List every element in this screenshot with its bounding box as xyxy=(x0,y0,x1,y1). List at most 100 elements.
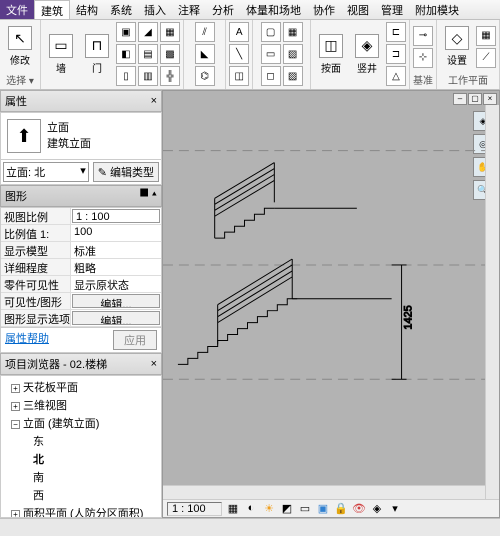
vert-open-button[interactable]: ⊐ xyxy=(386,44,406,64)
pv-scale[interactable]: 1 : 100 xyxy=(72,209,160,223)
area-bound-button[interactable]: ▧ xyxy=(283,44,303,64)
twisty-icon: + xyxy=(11,402,20,411)
modify-label: 修改 xyxy=(10,52,30,67)
pv-gfx[interactable]: 编辑... xyxy=(72,311,160,325)
shaft-button[interactable]: ◈ 竖井 xyxy=(350,34,384,75)
ribbon-group-workplane: ◇ 设置 ▦ ⟋ 工作平面 xyxy=(437,20,500,89)
tree-item[interactable]: 东 xyxy=(3,432,159,450)
tree-item[interactable]: −立面 (建筑立面) xyxy=(3,414,159,432)
menu-tab-collab[interactable]: 协作 xyxy=(307,0,341,19)
tree-item[interactable]: 南 xyxy=(3,468,159,486)
apply-button[interactable]: 应用 xyxy=(113,330,157,350)
browser-close[interactable]: × xyxy=(151,358,157,370)
model-line-button[interactable]: ╲ xyxy=(229,44,249,64)
byface-button[interactable]: ◫ 按面 xyxy=(314,34,348,75)
properties-help-link[interactable]: 属性帮助 xyxy=(5,330,49,350)
browser-title: 项目浏览器 - 02.楼梯 xyxy=(5,356,107,372)
pv-parts[interactable]: 显示原状态 xyxy=(71,276,161,292)
menu-tab-struct[interactable]: 结构 xyxy=(70,0,104,19)
model-group-button[interactable]: ◫ xyxy=(229,66,249,86)
window-button[interactable]: ▣ xyxy=(116,22,136,42)
lock-icon[interactable]: 🔒 xyxy=(334,502,348,516)
railing-button[interactable]: ⫽ xyxy=(195,22,215,42)
menu-file[interactable]: 文件 xyxy=(0,0,34,19)
crop-icon[interactable]: ▭ xyxy=(298,502,312,516)
pv-display[interactable]: 标准 xyxy=(71,242,161,258)
property-grid: 视图比例1 : 100 比例值 1:100 显示模型标准 详细程度粗略 零件可见… xyxy=(0,207,162,328)
mullion-button[interactable]: ▩ xyxy=(160,44,180,64)
instance-row: 立面: 北▾ ✎ 编辑类型 xyxy=(0,160,162,185)
ribbon-group-model: A ╲ ◫ 模型 xyxy=(226,20,253,89)
shaft-icon: ◈ xyxy=(355,34,379,58)
ext-icon[interactable]: ▾ xyxy=(388,502,402,516)
instance-selector[interactable]: 立面: 北▾ xyxy=(3,162,89,182)
shadow-icon[interactable]: ◩ xyxy=(280,502,294,516)
pk-detail: 详细程度 xyxy=(1,259,71,275)
reveal-icon[interactable]: ◈ xyxy=(370,502,384,516)
roof-button[interactable]: ◢ xyxy=(138,22,158,42)
tree-item[interactable]: +天花板平面 xyxy=(3,378,159,396)
modify-button[interactable]: ↖ 修改 xyxy=(3,26,37,67)
tree-item[interactable]: 西 xyxy=(3,486,159,504)
status-bar xyxy=(0,518,500,536)
set-button[interactable]: ◇ 设置 xyxy=(440,26,474,67)
column-button[interactable]: ▯ xyxy=(116,66,136,86)
menu-tab-insert[interactable]: 插入 xyxy=(138,0,172,19)
grid-datum-button[interactable]: ⊹ xyxy=(413,48,433,68)
room-button[interactable]: ▢ xyxy=(261,22,281,42)
wall-button[interactable]: ▭ 墙 xyxy=(44,34,78,75)
twisty-icon: − xyxy=(11,420,20,429)
drawing-canvas[interactable]: – ▢ × ◈ ◎ ✋ 🔍 xyxy=(162,90,500,518)
door-button[interactable]: ⊓ 门 xyxy=(80,34,114,75)
stair-button[interactable]: ⌬ xyxy=(195,66,215,86)
curtain-button[interactable]: ▦ xyxy=(160,22,180,42)
pv-vis[interactable]: 编辑... xyxy=(72,294,160,308)
menu-tab-view[interactable]: 视图 xyxy=(341,0,375,19)
area-tag-button[interactable]: ▨ xyxy=(283,66,303,86)
room-sep-button[interactable]: ▭ xyxy=(261,44,281,64)
area-button[interactable]: ▦ xyxy=(283,22,303,42)
menu-tab-mass[interactable]: 体量和场地 xyxy=(240,0,307,19)
temp-hide-icon[interactable]: 👁 xyxy=(352,502,366,516)
menu-tab-arch[interactable]: 建筑 xyxy=(34,0,70,19)
level-button[interactable]: ⊸ xyxy=(413,26,433,46)
tree-item[interactable]: +三维视图 xyxy=(3,396,159,414)
visual-style-icon[interactable]: ◐ xyxy=(244,502,258,516)
wall-open-button[interactable]: ⊏ xyxy=(386,22,406,42)
twisty-icon: + xyxy=(11,510,20,518)
menu-tab-manage[interactable]: 管理 xyxy=(375,0,409,19)
floor-button[interactable]: ▥ xyxy=(138,66,158,86)
menu-tab-sys[interactable]: 系统 xyxy=(104,0,138,19)
tree-item[interactable]: +面积平面 (人防分区面积) xyxy=(3,504,159,518)
scrollbar-horizontal[interactable] xyxy=(163,485,485,499)
edit-type-button[interactable]: ✎ 编辑类型 xyxy=(93,162,159,182)
category-header[interactable]: 图形 ⯀ ▴ xyxy=(0,185,162,207)
tree-item-active[interactable]: 北 xyxy=(3,450,159,468)
sun-icon[interactable]: ☀ xyxy=(262,502,276,516)
crop-show-icon[interactable]: ▣ xyxy=(316,502,330,516)
component-button[interactable]: ◧ xyxy=(116,44,136,64)
properties-close[interactable]: × xyxy=(151,95,157,107)
pv-detail[interactable]: 粗略 xyxy=(71,259,161,275)
model-text-button[interactable]: A xyxy=(229,22,249,42)
menu-tab-addin[interactable]: 附加模块 xyxy=(409,0,465,19)
drawing-svg: 1425 xyxy=(163,91,499,516)
dormer-button[interactable]: △ xyxy=(386,66,406,86)
ribbon-group-build: ▭ 墙 ⊓ 门 ▣ ◧ ▯ ◢ ▤ ▥ ▦ ▩ ╬ 构建 xyxy=(41,20,184,89)
room-tag-button[interactable]: ◻ xyxy=(261,66,281,86)
grid-button[interactable]: ╬ xyxy=(160,66,180,86)
wall-icon: ▭ xyxy=(49,34,73,58)
view-scale[interactable]: 1 : 100 xyxy=(167,502,222,516)
browser-header: 项目浏览器 - 02.楼梯 × xyxy=(0,353,162,375)
menu-tab-annot[interactable]: 注释 xyxy=(172,0,206,19)
ref-plane-button[interactable]: ⟋ xyxy=(476,48,496,68)
show-plane-button[interactable]: ▦ xyxy=(476,26,496,46)
menu-tab-anal[interactable]: 分析 xyxy=(206,0,240,19)
type-selector-zone[interactable]: ⬆ 立面 建筑立面 xyxy=(0,112,162,160)
workspace: 属性 × ⬆ 立面 建筑立面 立面: 北▾ ✎ 编辑类型 图形 ⯀ ▴ 视图比例… xyxy=(0,90,500,518)
detail-level-icon[interactable]: ▦ xyxy=(226,502,240,516)
scrollbar-vertical[interactable] xyxy=(485,105,499,499)
ramp-button[interactable]: ◣ xyxy=(195,44,215,64)
ceiling-button[interactable]: ▤ xyxy=(138,44,158,64)
group-label-select: 选择 ▾ xyxy=(6,72,34,87)
